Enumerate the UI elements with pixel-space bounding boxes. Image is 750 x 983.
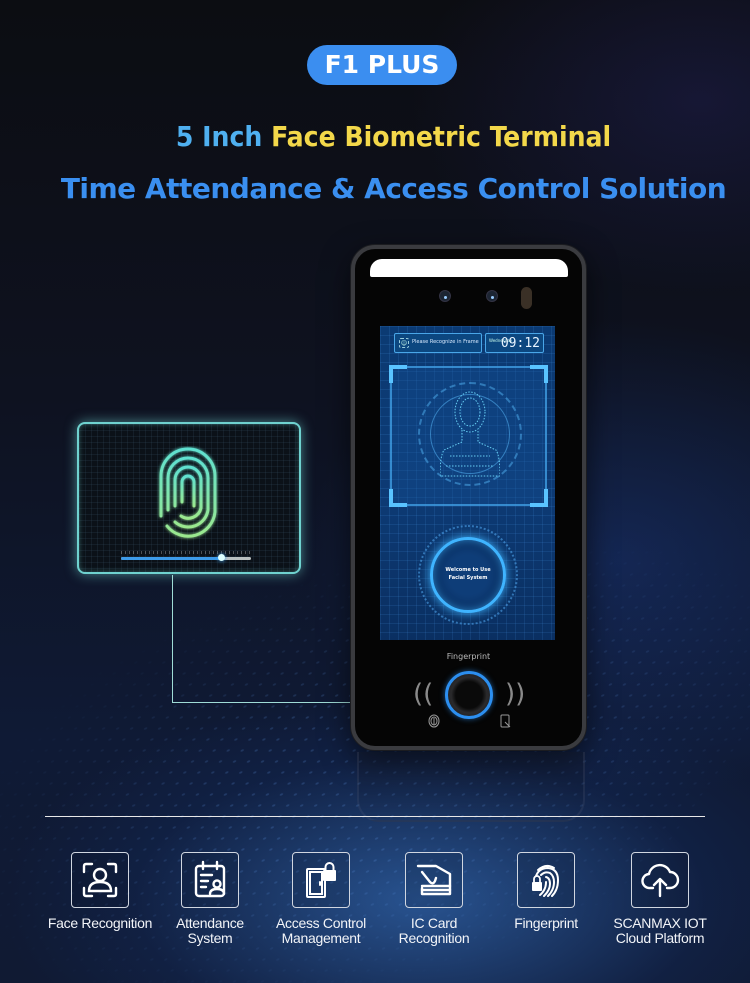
welcome-line2: Facial System bbox=[448, 575, 488, 581]
face-mesh-icon bbox=[440, 391, 500, 477]
clock-time: 09:12 bbox=[500, 336, 540, 351]
feature-access-control: Access Control Management bbox=[256, 852, 386, 946]
feature-label: Management bbox=[281, 930, 361, 946]
scan-progress-knob bbox=[218, 554, 226, 561]
section-divider bbox=[45, 816, 705, 817]
clock-panel: Wednesday 09:12 bbox=[485, 333, 544, 353]
fingerprint-sensor-label: Fingerprint bbox=[446, 652, 491, 661]
fingerprint-callout-card bbox=[77, 422, 301, 574]
prompt-text: Please Recognize in Frame bbox=[412, 339, 479, 345]
feature-label: Access Control bbox=[276, 915, 366, 931]
welcome-line1: Welcome to Use bbox=[445, 567, 491, 573]
recognize-prompt: ☺ Please Recognize in Frame bbox=[394, 333, 482, 353]
device-reflection bbox=[357, 752, 585, 822]
scan-progress-track bbox=[121, 554, 251, 561]
feature-cloud-platform: SCANMAX IOT Cloud Platform bbox=[595, 852, 725, 946]
fingerprint-icon bbox=[428, 714, 440, 728]
face-scan-frame bbox=[389, 365, 548, 507]
fingerprint-icon bbox=[159, 447, 217, 538]
terminal-device: ☺ Please Recognize in Frame Wednesday 09… bbox=[351, 245, 586, 750]
feature-label: Fingerprint bbox=[514, 915, 578, 931]
feature-fingerprint: Fingerprint bbox=[481, 852, 611, 931]
scan-progress-fill bbox=[121, 557, 222, 560]
cloud-upload-icon bbox=[641, 863, 680, 898]
welcome-ring: Welcome to Use Facial System bbox=[430, 537, 506, 613]
nfc-wave-left-icon: (( bbox=[413, 679, 434, 709]
camera-icon bbox=[486, 290, 498, 302]
headline-size: 5 Inch bbox=[175, 120, 272, 153]
feature-label: Cloud Platform bbox=[615, 930, 705, 946]
ir-sensor bbox=[521, 287, 532, 309]
camera-icon bbox=[439, 290, 451, 302]
model-badge: F1 PLUS bbox=[307, 45, 457, 85]
feature-label: SCANMAX IOT bbox=[613, 915, 707, 931]
card-tap-icon bbox=[500, 714, 511, 728]
feature-ic-card: IC Card Recognition bbox=[369, 852, 499, 946]
attendance-calendar-icon bbox=[194, 860, 226, 898]
headline-product: Face Biometric Terminal bbox=[271, 120, 612, 153]
fingerprint-sensor[interactable] bbox=[445, 671, 493, 719]
fingerprint-lock-icon bbox=[532, 864, 560, 897]
face-scan-icon bbox=[82, 862, 118, 898]
headline: 5 Inch Face Biometric Terminal bbox=[0, 120, 750, 153]
feature-label: Recognition bbox=[398, 930, 470, 946]
device-screen: ☺ Please Recognize in Frame Wednesday 09… bbox=[380, 326, 555, 640]
face-frame-icon: ☺ bbox=[399, 338, 409, 348]
fill-light-bar bbox=[370, 259, 568, 277]
scan-scale-ticks bbox=[121, 546, 251, 554]
callout-connector-line bbox=[172, 575, 173, 703]
subheadline: Time Attendance & Access Control Solutio… bbox=[60, 172, 727, 205]
nfc-wave-right-icon: )) bbox=[505, 679, 526, 709]
ic-card-icon bbox=[416, 864, 452, 896]
door-lock-icon bbox=[306, 862, 336, 898]
feature-label: IC Card bbox=[410, 915, 458, 931]
